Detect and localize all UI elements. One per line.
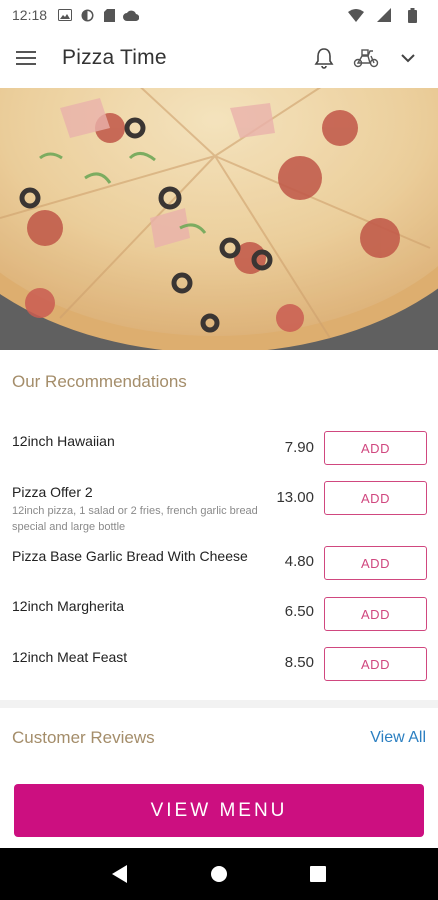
- recommendation-item: 12inch Hawaiian 7.90 ADD: [0, 431, 438, 479]
- status-time: 12:18: [12, 7, 48, 23]
- item-name: 12inch Margherita: [12, 598, 125, 614]
- add-button[interactable]: ADD: [324, 546, 427, 580]
- recommendation-item: Pizza Base Garlic Bread With Cheese 4.80…: [0, 546, 438, 594]
- recents-icon[interactable]: [303, 859, 333, 889]
- sd-card-icon: [101, 8, 117, 22]
- system-navigation-bar: [0, 848, 438, 900]
- item-price: 7.90: [284, 439, 314, 456]
- item-description: 12inch pizza, 1 salad or 2 fries, french…: [12, 505, 258, 533]
- wifi-icon: [348, 8, 364, 22]
- add-button[interactable]: ADD: [324, 481, 427, 515]
- add-button[interactable]: ADD: [324, 647, 427, 681]
- item-price: 8.50: [284, 654, 314, 671]
- add-button[interactable]: ADD: [324, 431, 427, 465]
- signal-icon: [376, 8, 392, 22]
- item-name: Pizza Base Garlic Bread With Cheese: [12, 548, 248, 564]
- recommendation-item: 12inch Margherita 6.50 ADD: [0, 597, 438, 644]
- battery-icon: [404, 7, 420, 23]
- item-price: 4.80: [284, 553, 314, 570]
- recommendation-item: Pizza Offer 2 12inch pizza, 1 salad or 2…: [0, 481, 438, 533]
- view-all-reviews-link[interactable]: View All: [370, 729, 426, 747]
- app-notification-icon: [79, 8, 95, 22]
- app-bar: Pizza Time: [0, 30, 438, 86]
- item-name: Pizza Offer 2: [12, 484, 93, 500]
- chevron-down-icon[interactable]: [394, 44, 422, 72]
- section-divider: [0, 700, 438, 708]
- page-title: Pizza Time: [62, 46, 167, 69]
- delivery-scooter-icon[interactable]: [352, 44, 380, 72]
- item-price: 13.00: [276, 489, 314, 506]
- status-bar: 12:18: [0, 0, 438, 30]
- gallery-notification-icon: [57, 8, 73, 22]
- notification-bell-icon[interactable]: [310, 44, 338, 72]
- add-button[interactable]: ADD: [324, 597, 427, 631]
- view-menu-button[interactable]: VIEW MENU: [14, 784, 424, 837]
- cloud-icon: [123, 8, 140, 22]
- home-icon[interactable]: [204, 859, 234, 889]
- item-name: 12inch Meat Feast: [12, 649, 128, 665]
- item-price: 6.50: [284, 603, 314, 620]
- back-icon[interactable]: [105, 859, 135, 889]
- customer-reviews-heading: Customer Reviews: [12, 728, 155, 747]
- recommendations-heading: Our Recommendations: [12, 372, 187, 391]
- item-name: 12inch Hawaiian: [12, 433, 115, 449]
- recommendation-item: 12inch Meat Feast 8.50 ADD: [0, 647, 438, 695]
- pizza-hero-image: [0, 88, 438, 350]
- menu-icon[interactable]: [16, 44, 44, 72]
